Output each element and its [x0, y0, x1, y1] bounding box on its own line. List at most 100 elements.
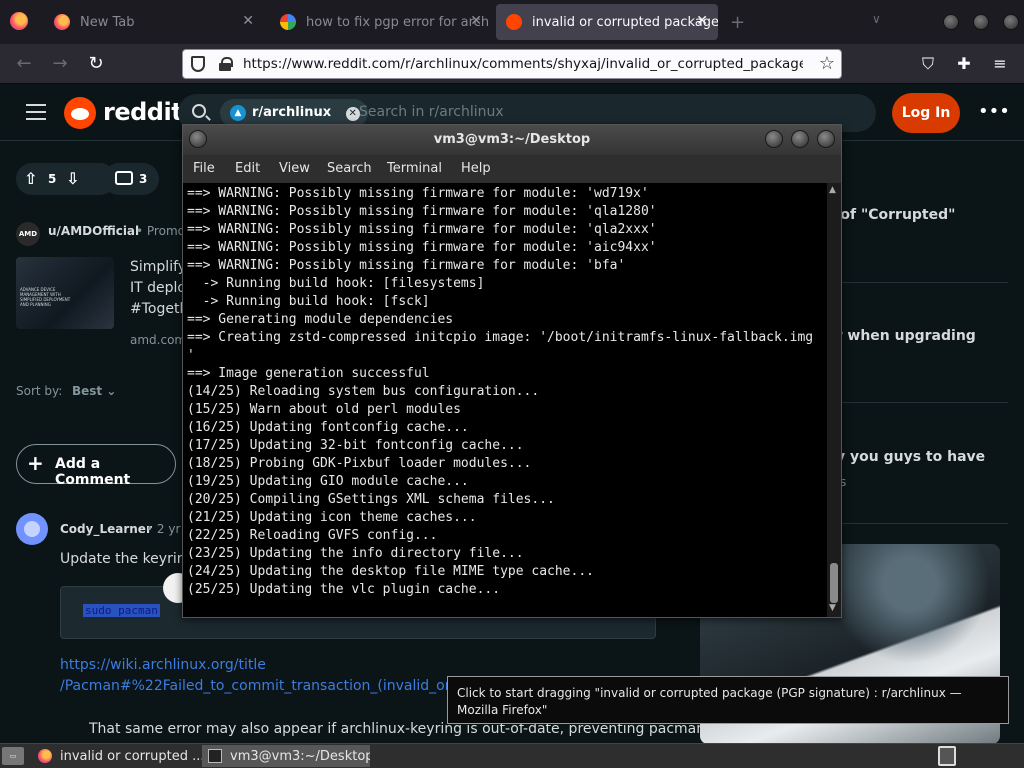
tracking-protection-shield-icon[interactable]: [191, 56, 205, 72]
vote-bar: ⇧ 5 ⇩: [16, 163, 116, 195]
scroll-down-arrow-icon[interactable]: ▼: [829, 603, 836, 613]
google-favicon-icon: [280, 14, 296, 30]
related-post-title[interactable]: or when upgrading: [826, 328, 976, 344]
maximize-terminal-button[interactable]: [791, 130, 809, 148]
menu-help[interactable]: Help: [461, 161, 491, 176]
url-text[interactable]: https://www.reddit.com/r/archlinux/comme…: [243, 56, 803, 72]
terminal-output[interactable]: ==> WARNING: Possibly missing firmware f…: [187, 185, 827, 615]
taskbar-item-terminal[interactable]: vm3@vm3:~/Desktop: [202, 745, 370, 767]
browser-nav-bar: ← → ↻ https://www.reddit.com/r/archlinux…: [0, 44, 1024, 84]
close-tab-icon[interactable]: ✕: [470, 13, 482, 29]
start-menu-button[interactable]: ▭: [2, 747, 24, 765]
comments-button[interactable]: 3: [103, 163, 159, 195]
comment-avatar[interactable]: [16, 513, 48, 545]
promo-username[interactable]: u/AMDOfficial: [48, 224, 139, 238]
browser-tab-strip: New Tab ✕ how to fix pgp error for arch …: [0, 0, 1024, 44]
tab-title: New Tab: [80, 14, 135, 30]
terminal-line: ==> WARNING: Possibly missing firmware f…: [187, 240, 657, 255]
pocket-icon[interactable]: ⛉: [918, 54, 938, 74]
terminal-line: ==> WARNING: Possibly missing firmware f…: [187, 258, 626, 273]
comment-time-text: 2 yr: [156, 522, 181, 536]
wiki-link-line-1[interactable]: https://wiki.archlinux.org/title: [60, 657, 266, 673]
sort-by-label: Sort by:: [16, 384, 63, 398]
close-terminal-button[interactable]: [817, 130, 835, 148]
upvote-arrow-icon[interactable]: ⇧: [24, 169, 37, 188]
bookmark-star-icon[interactable]: ☆: [819, 53, 835, 74]
menu-edit[interactable]: Edit: [235, 161, 260, 176]
downvote-arrow-icon[interactable]: ⇩: [66, 169, 79, 188]
new-tab-plus-icon[interactable]: +: [730, 12, 745, 33]
reddit-favicon-icon: [506, 14, 522, 30]
maximize-window-button[interactable]: [973, 14, 989, 30]
menu-view[interactable]: View: [279, 161, 310, 176]
reddit-snoo-logo-icon[interactable]: [64, 97, 96, 129]
add-comment-label: Add a Comment: [55, 456, 131, 488]
extensions-puzzle-icon[interactable]: ✚: [954, 54, 974, 74]
tab-reddit-active[interactable]: invalid or corrupted package ✕: [496, 4, 718, 40]
promo-text[interactable]: Simplify IT deploy #Togethe: [130, 257, 190, 320]
scrollbar-thumb[interactable]: [830, 563, 838, 603]
nav-menu-hamburger-icon[interactable]: [26, 104, 46, 120]
terminal-icon: [208, 749, 222, 763]
terminal-line: (23/25) Updating the info directory file…: [187, 546, 524, 561]
comment-username[interactable]: Cody_Learner: [60, 522, 152, 536]
show-desktop-icon[interactable]: [938, 746, 956, 766]
taskbar-item-label: invalid or corrupted ...: [60, 748, 202, 764]
padlock-icon[interactable]: [219, 57, 233, 71]
promo-avatar[interactable]: AMD: [16, 222, 40, 246]
forward-arrow-icon[interactable]: →: [48, 52, 72, 76]
terminal-line: (18/25) Probing GDK-Pixbuf loader module…: [187, 456, 532, 471]
add-comment-button[interactable]: + Add a Comment: [16, 444, 176, 488]
menu-search[interactable]: Search: [327, 161, 372, 176]
log-in-button[interactable]: Log In: [892, 93, 960, 133]
terminal-title: vm3@vm3:~/Desktop: [433, 132, 591, 147]
tab-new-tab[interactable]: New Tab ✕: [44, 0, 264, 44]
comment-text: Update the keyring,: [60, 551, 199, 567]
firefox-icon: [38, 749, 52, 763]
firefox-favicon-icon: [54, 14, 70, 30]
scroll-up-arrow-icon[interactable]: ▲: [829, 185, 836, 195]
terminal-line: (19/25) Updating GIO module cache...: [187, 474, 469, 489]
more-options-icon[interactable]: •••: [978, 101, 1010, 122]
tab-google-search[interactable]: how to fix pgp error for arch ✕: [270, 0, 492, 44]
terminal-titlebar[interactable]: vm3@vm3:~/Desktop: [183, 125, 841, 155]
remove-chip-icon[interactable]: ✕: [345, 107, 360, 121]
promoted-text: Promo: [146, 224, 185, 238]
reload-icon[interactable]: ↻: [84, 52, 108, 76]
close-window-button[interactable]: [1003, 14, 1019, 30]
related-post-title[interactable]: e of "Corrupted": [826, 207, 955, 223]
promo-line: Simplify: [130, 259, 187, 275]
tab-title: invalid or corrupted package: [532, 14, 718, 30]
terminal-line: ': [187, 348, 195, 363]
comment-bubble-icon: [115, 171, 133, 185]
terminal-line: (14/25) Reloading system bus configurati…: [187, 384, 540, 399]
wiki-link-line-2[interactable]: /Pacman#%22Failed_to_commit_transaction_…: [60, 678, 450, 694]
menu-file[interactable]: File: [193, 161, 215, 176]
close-tab-icon[interactable]: ✕: [242, 13, 254, 29]
taskbar-item-firefox[interactable]: invalid or corrupted ...: [32, 745, 202, 767]
subreddit-filter-chip[interactable]: ▲ r/archlinux ✕: [220, 99, 368, 127]
close-tab-icon[interactable]: ✕: [696, 13, 708, 29]
selected-code-text[interactable]: sudo pacman: [83, 604, 160, 617]
minimize-window-button[interactable]: [943, 14, 959, 30]
reddit-wordmark[interactable]: reddit: [103, 98, 183, 126]
back-arrow-icon[interactable]: ←: [12, 52, 36, 76]
search-placeholder[interactable]: Search in r/archlinux: [359, 104, 504, 120]
promo-thumbnail-caption: ADVANCE DEVICE MANAGEMENT WITH SIMPLIFIE…: [20, 287, 71, 307]
list-all-tabs-chevron-icon[interactable]: ∨: [872, 12, 881, 26]
app-menu-hamburger-icon[interactable]: ≡: [990, 54, 1010, 74]
terminal-scrollbar[interactable]: ▲ ▼: [827, 183, 841, 617]
sort-dropdown[interactable]: Best ⌄: [72, 384, 116, 398]
terminal-line: ==> WARNING: Possibly missing firmware f…: [187, 186, 649, 201]
related-post-title[interactable]: py you guys to have: [826, 449, 985, 465]
terminal-line: (17/25) Updating 32-bit fontconfig cache…: [187, 438, 524, 453]
promo-thumbnail[interactable]: ADVANCE DEVICE MANAGEMENT WITH SIMPLIFIE…: [16, 257, 114, 329]
promo-line: #Togethe: [130, 301, 190, 317]
promo-domain[interactable]: amd.com: [130, 333, 186, 347]
firefox-menu-icon[interactable]: [10, 12, 28, 30]
minimize-terminal-button[interactable]: [765, 130, 783, 148]
menu-terminal[interactable]: Terminal: [387, 161, 442, 176]
terminal-line: (25/25) Updating the vlc plugin cache...: [187, 582, 501, 597]
url-bar[interactable]: https://www.reddit.com/r/archlinux/comme…: [182, 49, 842, 79]
terminal-window[interactable]: vm3@vm3:~/Desktop File Edit View Search …: [182, 124, 842, 618]
